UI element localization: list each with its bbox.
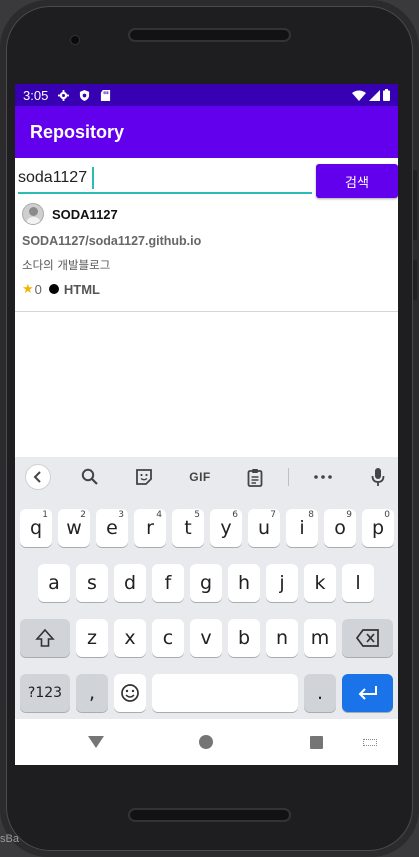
key-o[interactable]: o9 <box>324 509 356 547</box>
key-f[interactable]: f <box>152 564 184 602</box>
backspace-key[interactable] <box>342 619 393 657</box>
symbols-key[interactable]: ?123 <box>20 674 70 712</box>
text-cursor <box>92 167 94 189</box>
repo-description: 소다의 개발블로그 <box>22 258 111 272</box>
nav-recents-icon[interactable] <box>310 736 323 749</box>
app-bar: Repository <box>15 106 398 158</box>
enter-key[interactable] <box>342 674 393 712</box>
battery-icon <box>383 89 390 101</box>
star-icon: ★ <box>22 281 34 296</box>
key-w[interactable]: w2 <box>58 509 90 547</box>
space-key[interactable] <box>152 674 298 712</box>
top-speaker <box>128 28 291 42</box>
sticker-icon[interactable] <box>133 465 155 489</box>
key-k[interactable]: k <box>304 564 336 602</box>
key-a[interactable]: a <box>38 564 70 602</box>
keyboard-switch-icon[interactable] <box>363 739 377 746</box>
key-d[interactable]: d <box>114 564 146 602</box>
toolbar-divider <box>288 468 289 486</box>
settings-icon <box>58 89 70 101</box>
key-n[interactable]: n <box>266 619 298 657</box>
key-b[interactable]: b <box>228 619 260 657</box>
search-button[interactable]: 검색 <box>316 164 398 198</box>
comma-key[interactable]: , <box>76 674 108 712</box>
key-m[interactable]: m <box>304 619 336 657</box>
status-time: 3:05 <box>23 87 49 103</box>
enter-icon <box>358 686 377 700</box>
repo-full-name: SODA1127/soda1127.github.io <box>22 234 202 248</box>
keyboard-toolbar: GIF <box>15 457 398 497</box>
status-bar: 3:05 <box>15 84 398 106</box>
repo-owner: SODA1127 <box>52 207 118 222</box>
shift-key[interactable] <box>20 619 70 657</box>
repo-meta: ★ 0 HTML <box>22 281 100 297</box>
back-icon[interactable] <box>25 464 51 490</box>
key-x[interactable]: x <box>114 619 146 657</box>
system-nav-bar <box>15 719 398 765</box>
key-s[interactable]: s <box>76 564 108 602</box>
front-camera <box>70 35 80 45</box>
nav-back-icon[interactable] <box>88 736 104 748</box>
mic-icon[interactable] <box>367 465 389 489</box>
search-icon[interactable] <box>79 465 101 489</box>
key-i[interactable]: i8 <box>286 509 318 547</box>
bottom-speaker <box>128 808 291 822</box>
nav-home-icon[interactable] <box>199 735 213 749</box>
repo-language: HTML <box>63 281 100 297</box>
gif-button[interactable]: GIF <box>185 465 215 489</box>
period-key[interactable]: . <box>304 674 336 712</box>
avatar <box>22 203 44 225</box>
key-u[interactable]: u7 <box>248 509 280 547</box>
shield-icon <box>80 89 90 101</box>
key-r[interactable]: r4 <box>134 509 166 547</box>
emoji-icon <box>121 684 139 702</box>
key-c[interactable]: c <box>152 619 184 657</box>
phone-screen: 3:05 Repository 검색 SODA1127 SODA1127/sod… <box>15 84 398 765</box>
language-color-dot <box>48 284 59 294</box>
search-row: 검색 <box>15 158 398 202</box>
key-l[interactable]: l <box>342 564 374 602</box>
key-e[interactable]: e3 <box>96 509 128 547</box>
key-h[interactable]: h <box>228 564 260 602</box>
key-v[interactable]: v <box>190 619 222 657</box>
app-title: Repository <box>30 121 125 142</box>
volume-button <box>413 170 417 240</box>
shift-icon <box>35 628 55 647</box>
power-button <box>413 260 417 300</box>
search-input[interactable] <box>18 164 312 194</box>
soft-keyboard: GIF q1 w2 e3 r4 t5 y6 u7 i8 o9 p 0 a s d… <box>15 457 398 719</box>
key-q[interactable]: q1 <box>20 509 52 547</box>
more-icon[interactable] <box>311 465 335 489</box>
repository-list-item[interactable]: SODA1127 SODA1127/soda1127.github.io 소다의… <box>15 202 398 312</box>
device-frame: 3:05 Repository 검색 SODA1127 SODA1127/sod… <box>0 0 419 857</box>
backspace-icon <box>355 629 379 647</box>
taskbar-fragment: sBa <box>0 833 19 845</box>
sd-card-icon <box>101 89 111 101</box>
emoji-key[interactable] <box>114 674 146 712</box>
clipboard-icon[interactable] <box>244 465 266 489</box>
wifi-icon <box>352 90 366 101</box>
star-count: 0 <box>34 281 42 297</box>
key-y[interactable]: y6 <box>210 509 242 547</box>
key-g[interactable]: g <box>190 564 222 602</box>
key-z[interactable]: z <box>76 619 108 657</box>
signal-icon <box>369 89 380 101</box>
key-t[interactable]: t5 <box>172 509 204 547</box>
key-p[interactable]: p0 <box>362 509 394 547</box>
key-j[interactable]: j <box>266 564 298 602</box>
